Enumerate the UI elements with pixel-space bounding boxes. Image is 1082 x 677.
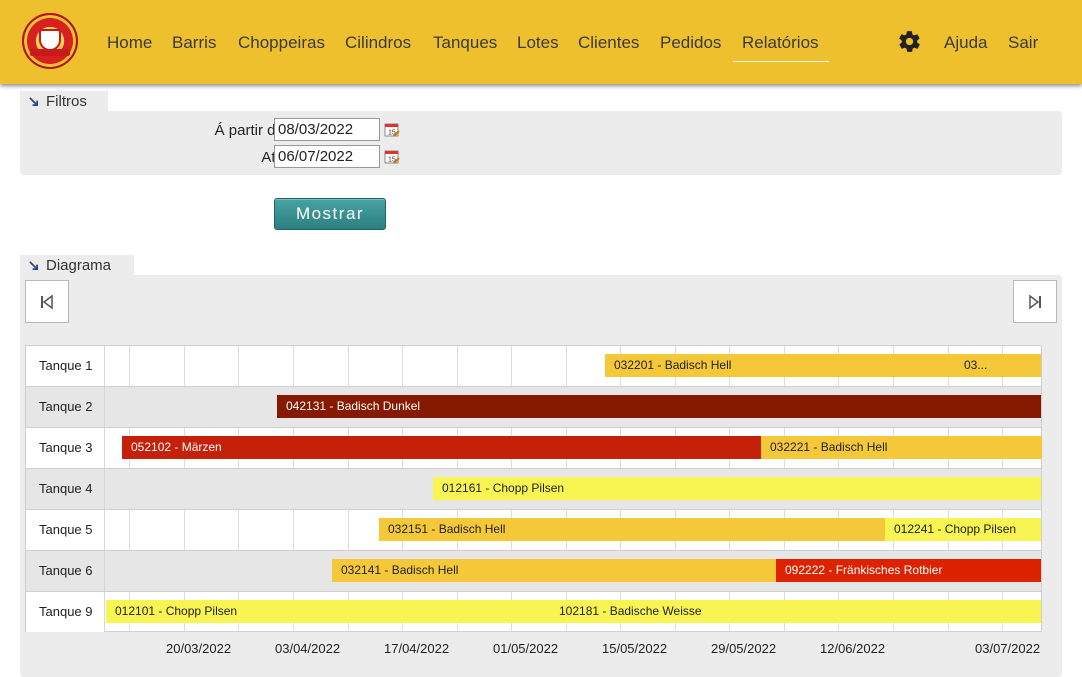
nav-relatorios[interactable]: Relatórios: [742, 33, 819, 53]
collapse-arrow-icon: [29, 261, 38, 270]
calendar-icon[interactable]: 15: [384, 122, 400, 138]
date-tick-label: 01/05/2022: [493, 641, 559, 656]
nav-choppeiras[interactable]: Choppeiras: [238, 33, 325, 53]
show-button[interactable]: Mostrar: [274, 198, 386, 230]
batch-bar[interactable]: 012241 - Chopp Pilsen: [885, 518, 1041, 541]
batch-bar[interactable]: 032141 - Badisch Hell: [332, 559, 776, 582]
date-tick-label: 03/04/2022: [275, 641, 341, 656]
logo-crest-icon: [39, 29, 61, 51]
tank-label: Tanque 5: [26, 510, 105, 550]
logo-banner-icon: [30, 49, 70, 56]
table-row: Tanque 6 032141 - Badisch Hell 092222 - Fr…: [26, 551, 1041, 592]
date-tick-label: 03/07/2022: [975, 641, 1041, 656]
batch-bar[interactable]: 032221 - Badisch Hell: [761, 436, 1042, 459]
batch-bar[interactable]: 032201 - Badisch Hell: [605, 354, 956, 377]
nav-home[interactable]: Home: [107, 33, 152, 53]
from-date-input[interactable]: [274, 118, 380, 141]
date-tick-label: 29/05/2022: [711, 641, 777, 656]
batch-bar[interactable]: 012101 - Chopp Pilsen: [106, 600, 550, 623]
batch-bar[interactable]: 042131 - Badisch Dunkel: [277, 395, 1041, 418]
date-tick-label: 17/04/2022: [384, 641, 450, 656]
tank-label: Tanque 3: [26, 428, 105, 468]
next-period-button[interactable]: [1013, 280, 1057, 323]
date-tick-label: 12/06/2022: [820, 641, 886, 656]
brand-logo[interactable]: [22, 13, 78, 69]
filters-panel: Á partir de: 15 Até: 15: [20, 111, 1062, 175]
table-row: Tanque 4 012161 - Chopp Pilsen: [26, 469, 1041, 510]
to-date-input[interactable]: [274, 145, 380, 168]
active-nav-underline: [733, 61, 829, 62]
filters-tab[interactable]: Filtros: [20, 91, 108, 113]
nav-barris[interactable]: Barris: [172, 33, 216, 53]
table-row: Tanque 9 012101 - Chopp Pilsen 102181 - Ba…: [26, 592, 1041, 633]
nav-pedidos[interactable]: Pedidos: [660, 33, 721, 53]
diagram-tab-label: Diagrama: [46, 257, 112, 274]
batch-bar[interactable]: 052102 - Märzen: [122, 436, 761, 459]
date-tick-label: 15/05/2022: [602, 641, 668, 656]
nav-lotes[interactable]: Lotes: [517, 33, 559, 53]
table-row: Tanque 1 032201 - Badisch Hell 03...: [26, 346, 1041, 387]
tank-label: Tanque 2: [26, 387, 105, 427]
collapse-arrow-icon: [29, 97, 38, 106]
batch-bar[interactable]: 012161 - Chopp Pilsen: [433, 477, 1041, 500]
table-row: Tanque 2 042131 - Badisch Dunkel: [26, 387, 1041, 428]
calendar-icon[interactable]: 15: [384, 149, 400, 165]
filters-tab-label: Filtros: [46, 93, 87, 110]
skip-back-icon: [41, 294, 53, 310]
diagram-tab[interactable]: Diagrama: [20, 255, 134, 277]
gantt-diagram: Tanque 1 032201 - Badisch Hell 03... Tanque…: [25, 345, 1042, 632]
nav-logout[interactable]: Sair: [1008, 33, 1038, 53]
previous-period-button[interactable]: [25, 280, 69, 323]
batch-bar[interactable]: 092222 - Fränkisches Rotbier: [776, 559, 1041, 582]
date-tick-label: 20/03/2022: [166, 641, 232, 656]
tank-label: Tanque 1: [26, 346, 105, 386]
tank-label: Tanque 4: [26, 469, 105, 509]
nav-tanques[interactable]: Tanques: [433, 33, 497, 53]
tank-label: Tanque 6: [26, 551, 105, 591]
table-row: Tanque 3 052102 - Märzen 032221 - Badisch …: [26, 428, 1042, 469]
nav-clientes[interactable]: Clientes: [578, 33, 639, 53]
nav-help[interactable]: Ajuda: [944, 33, 987, 53]
top-navigation-bar: Home Barris Choppeiras Cilindros Tanques…: [0, 0, 1082, 84]
table-row: Tanque 5 032151 - Badisch Hell 012241 - Ch…: [26, 510, 1041, 551]
batch-bar[interactable]: 032151 - Badisch Hell: [379, 518, 885, 541]
skip-forward-icon: [1029, 294, 1041, 310]
nav-cilindros[interactable]: Cilindros: [345, 33, 411, 53]
gear-icon[interactable]: [897, 29, 922, 54]
batch-bar[interactable]: 102181 - Badische Weisse: [550, 600, 1041, 623]
batch-bar[interactable]: 03...: [955, 354, 1041, 377]
tank-label: Tanque 9: [26, 592, 105, 632]
